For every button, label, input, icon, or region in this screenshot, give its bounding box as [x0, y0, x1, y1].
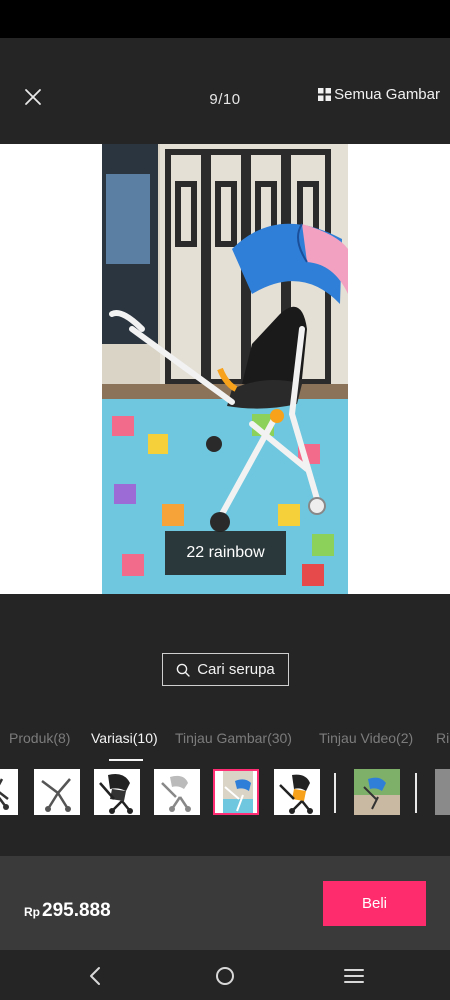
thumbnail-divider	[415, 773, 417, 813]
product-photo[interactable]: 22 rainbow	[102, 144, 348, 594]
thumbnail[interactable]	[0, 769, 18, 815]
back-icon	[90, 967, 100, 985]
stroller-thumbnail-image	[223, 771, 253, 813]
price-amount: 295.888	[42, 900, 111, 921]
status-bar	[0, 0, 450, 38]
system-nav-bar	[0, 950, 450, 1000]
review-thumbnail-image	[354, 769, 400, 815]
active-tab-indicator	[109, 759, 143, 761]
all-images-label: Semua Gambar	[334, 86, 440, 103]
all-images-button[interactable]: Semua Gambar	[318, 86, 440, 103]
back-button[interactable]	[84, 964, 108, 988]
purchase-bar: Rp 295.888 Beli	[0, 856, 450, 950]
stroller-thumbnail-image	[41, 778, 71, 812]
stroller-thumbnail-image	[279, 774, 313, 814]
search-icon	[176, 663, 190, 677]
thumbnail[interactable]	[154, 769, 200, 815]
tab-products[interactable]: Produk(8)	[9, 730, 70, 746]
variant-caption: 22 rainbow	[165, 531, 286, 575]
stroller-thumbnail-image	[0, 778, 9, 810]
video-thumbnail-image	[435, 769, 450, 815]
thumbnail-divider	[334, 773, 336, 813]
search-similar-button[interactable]: Cari serupa	[162, 653, 289, 686]
tab-review-videos[interactable]: Tinjau Video(2)	[319, 730, 413, 746]
price-currency: Rp	[24, 905, 40, 919]
thumbnail[interactable]	[435, 769, 450, 815]
stroller-photo	[102, 144, 348, 594]
home-icon	[216, 967, 234, 985]
search-similar-label: Cari serupa	[197, 661, 275, 678]
thumbnail-selected[interactable]	[213, 769, 259, 815]
price: Rp 295.888	[24, 900, 111, 922]
stroller-thumbnail-image	[161, 775, 191, 812]
thumbnail-strip	[0, 769, 450, 817]
thumbnail[interactable]	[34, 769, 80, 815]
stroller-thumbnail-image	[99, 774, 133, 814]
grid-icon	[318, 88, 332, 101]
recents-icon	[344, 969, 364, 983]
thumbnail[interactable]	[274, 769, 320, 815]
media-tabs: Produk(8) Variasi(10) Tinjau Gambar(30) …	[0, 728, 450, 762]
buy-button[interactable]: Beli	[323, 881, 426, 926]
thumbnail[interactable]	[354, 769, 400, 815]
photo-area: 22 rainbow	[0, 144, 450, 594]
tab-variations[interactable]: Variasi(10)	[91, 730, 158, 746]
thumbnail[interactable]	[94, 769, 140, 815]
tab-more[interactable]: Ri	[436, 730, 449, 746]
home-button[interactable]	[213, 964, 237, 988]
recents-button[interactable]	[342, 964, 366, 988]
tab-review-images[interactable]: Tinjau Gambar(30)	[175, 730, 292, 746]
